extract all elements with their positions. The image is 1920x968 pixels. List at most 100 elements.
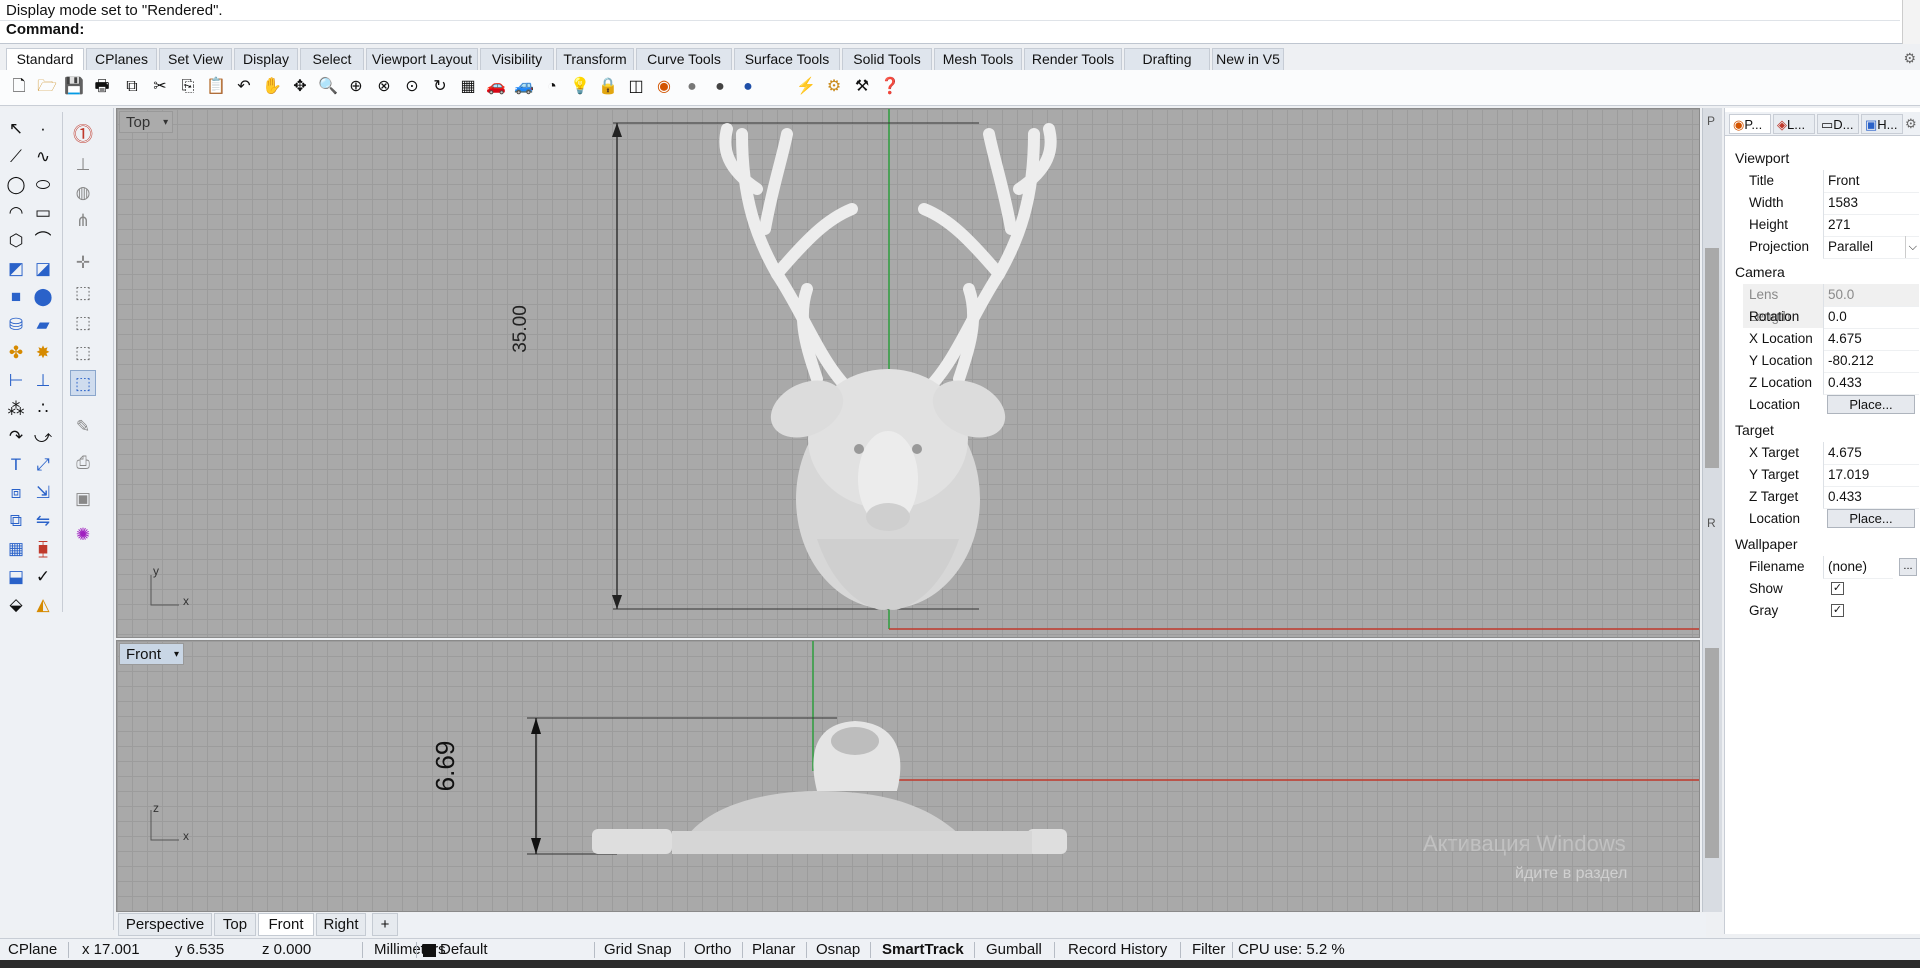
prop-ztarget-field[interactable]: 0.433 — [1823, 486, 1919, 509]
stop-icon[interactable]: ⓵ — [70, 122, 96, 148]
prop-height-field[interactable]: 271 — [1823, 214, 1919, 237]
car-alt-icon[interactable]: 🚙 — [513, 76, 535, 98]
tab-mesh-tools[interactable]: Mesh Tools — [934, 48, 1022, 70]
vtab-right[interactable]: Right — [316, 913, 366, 936]
tab-transform[interactable]: Transform — [556, 48, 634, 70]
vtab-top[interactable]: Top — [214, 913, 256, 936]
panel-gear-icon[interactable]: ⚙ — [1905, 116, 1917, 132]
analysis-icon[interactable]: ⬓ — [3, 564, 29, 590]
explode-icon[interactable]: ✸ — [30, 340, 56, 366]
trim-icon[interactable]: ⊢ — [3, 368, 29, 394]
prop-xtarget-field[interactable]: 4.675 — [1823, 442, 1919, 465]
text-icon[interactable]: T — [3, 452, 29, 478]
zoom-extents-icon[interactable]: ⊗ — [373, 76, 395, 98]
cplane-axes-icon[interactable]: ✛ — [70, 250, 96, 276]
zoom-selected-icon[interactable]: ⊙ — [401, 76, 423, 98]
plane-icon[interactable]: ▰ — [30, 312, 56, 338]
smarttrack-toggle[interactable]: SmartTrack — [882, 939, 964, 961]
prop-ytarget-field[interactable]: 17.019 — [1823, 464, 1919, 487]
tab-render-tools[interactable]: Render Tools — [1024, 48, 1122, 70]
filter-toggle[interactable]: Filter — [1192, 939, 1225, 961]
curve-icon[interactable]: ∿ — [30, 144, 56, 170]
array-icon[interactable]: ⧉ — [3, 508, 29, 534]
render-mesh-icon[interactable]: ⬙ — [3, 592, 29, 618]
paste-icon[interactable]: 📋 — [205, 76, 227, 98]
polyline-icon[interactable]: ⟋ — [3, 144, 29, 170]
globe-icon[interactable]: ◍ — [70, 180, 96, 206]
prop-rotation-field[interactable]: 0.0 — [1823, 306, 1919, 329]
ellipse-icon[interactable]: ⬭ — [30, 172, 56, 198]
vtab-front[interactable]: Front — [258, 913, 314, 936]
gray-checkbox[interactable]: ✓ — [1831, 604, 1844, 617]
lock-icon[interactable]: 🔒 — [597, 76, 619, 98]
surface-icon[interactable]: ◩ — [3, 256, 29, 282]
polygon-icon[interactable]: ⬡ — [3, 228, 29, 254]
select-arrow-icon[interactable]: ↖ — [3, 116, 29, 142]
pan-icon[interactable]: ✋ — [261, 76, 283, 98]
right-strip-preview[interactable] — [1705, 648, 1719, 858]
sphere-blue-icon[interactable]: ● — [737, 76, 759, 98]
tab-curve-tools[interactable]: Curve Tools — [636, 48, 732, 70]
tab-select[interactable]: Select — [300, 48, 364, 70]
show-checkbox[interactable]: ✓ — [1831, 582, 1844, 595]
gumball-icon[interactable]: ⊥ — [70, 152, 96, 178]
prop-xloc-field[interactable]: 4.675 — [1823, 328, 1919, 351]
viewport-menu-chevron-icon[interactable]: ▾ — [163, 112, 168, 134]
sphere-dark-icon[interactable]: ● — [709, 76, 731, 98]
perspective-strip-preview[interactable] — [1705, 248, 1719, 468]
frame-icon[interactable]: ▣ — [70, 486, 96, 512]
grid-array-icon[interactable]: ▦ — [3, 536, 29, 562]
projection-chevron-icon[interactable]: ⌵ — [1904, 236, 1917, 258]
panel-tab-properties[interactable]: ◉P... — [1729, 114, 1771, 134]
tab-drafting[interactable]: Drafting — [1124, 48, 1210, 70]
extrude-icon[interactable]: ◪ — [30, 256, 56, 282]
undo-icon[interactable]: ↶ — [233, 76, 255, 98]
viewport-front[interactable]: Front ▾ 6.69 z x Активация Windows йдите… — [116, 640, 1700, 912]
free-curve-icon[interactable]: ⌒ — [30, 228, 56, 254]
status-cplane[interactable]: CPlane — [8, 939, 57, 961]
sphere-tool-icon[interactable]: ⬤ — [30, 284, 56, 310]
color-wheel-icon[interactable]: ◉ — [653, 76, 675, 98]
add-viewport-icon[interactable]: + — [372, 913, 398, 936]
new-icon[interactable]: 🗋 — [8, 76, 30, 98]
import-icon[interactable]: ⧉ — [121, 76, 143, 98]
viewport-front-chevron-icon[interactable]: ▾ — [174, 644, 179, 666]
blend-icon[interactable]: ⤻ — [30, 424, 56, 450]
cut-icon[interactable]: ✂ — [149, 76, 171, 98]
split-icon[interactable]: ⊥ — [30, 368, 56, 394]
brush-icon[interactable]: ✎ — [70, 414, 96, 440]
tab-cplanes[interactable]: CPlanes — [86, 48, 157, 70]
tab-new-in-v5[interactable]: New in V5 — [1212, 48, 1284, 70]
spotlight-icon[interactable]: ⚡ — [795, 76, 817, 98]
sphere-icon[interactable]: ● — [681, 76, 703, 98]
circle-icon[interactable]: ◯ — [3, 172, 29, 198]
prop-title-field[interactable]: Front — [1823, 170, 1919, 193]
target-place-button[interactable]: Place... — [1827, 509, 1915, 528]
tab-standard[interactable]: Standard — [6, 48, 84, 70]
arc-icon[interactable]: ◠ — [3, 200, 29, 226]
print-icon[interactable]: 🖶 — [91, 76, 113, 98]
check-icon[interactable]: ✓ — [30, 564, 56, 590]
rotate-view-icon[interactable]: ↻ — [429, 76, 451, 98]
layer-icon[interactable]: ◫ — [625, 76, 647, 98]
options-icon[interactable]: ⚒ — [851, 76, 873, 98]
car-icon[interactable]: 🚗 — [485, 76, 507, 98]
vtab-perspective[interactable]: Perspective — [118, 913, 212, 936]
tab-visibility[interactable]: Visibility — [480, 48, 554, 70]
status-layer[interactable]: Default — [440, 939, 488, 961]
group-icon[interactable]: ⁂ — [3, 396, 29, 422]
prop-width-field[interactable]: 1583 — [1823, 192, 1919, 215]
tab-surface-tools[interactable]: Surface Tools — [734, 48, 840, 70]
command-line[interactable] — [0, 20, 1900, 42]
browse-button[interactable]: ... — [1899, 558, 1917, 576]
gumball-toggle[interactable]: Gumball — [986, 939, 1042, 961]
planar-toggle[interactable]: Planar — [752, 939, 795, 961]
prop-filename-field[interactable]: (none) — [1823, 556, 1893, 579]
point-icon[interactable]: · — [30, 116, 56, 142]
tab-viewport-layout[interactable]: Viewport Layout — [366, 48, 478, 70]
prop-yloc-field[interactable]: -80.212 — [1823, 350, 1919, 373]
prop-zloc-field[interactable]: 0.433 — [1823, 372, 1919, 395]
boolean-icon[interactable]: ✤ — [3, 340, 29, 366]
view-cube-persp-icon[interactable]: ⬚ — [70, 370, 96, 396]
paint-icon[interactable]: ◭ — [30, 592, 56, 618]
